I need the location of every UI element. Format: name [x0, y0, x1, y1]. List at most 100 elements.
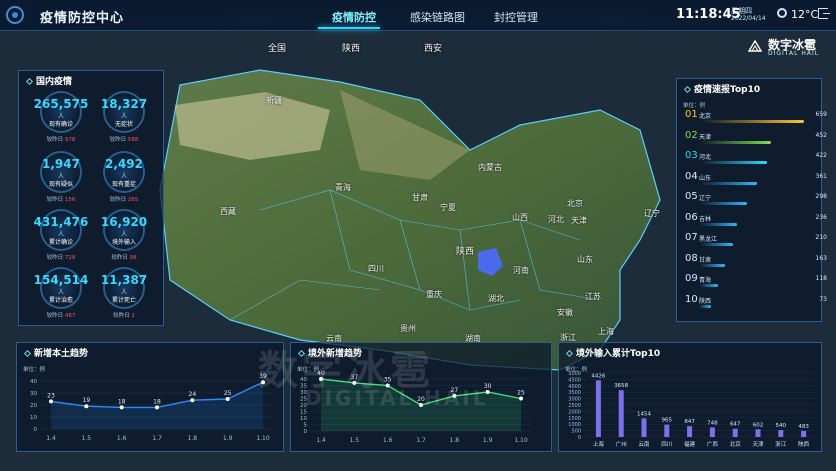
- rank-row[interactable]: 10 陕西 73: [685, 294, 835, 314]
- stat-card[interactable]: 18,327 人无症状 较昨日 588: [94, 91, 154, 149]
- bar: [732, 428, 738, 437]
- map-label-chongqing[interactable]: 重庆: [426, 289, 442, 300]
- rank-row[interactable]: 04 山东 361: [685, 171, 835, 191]
- rank-bar: [699, 161, 767, 164]
- x-tick-label: 1.9: [223, 435, 233, 442]
- stat-card[interactable]: 431,476 人累计确诊 较昨日 728: [31, 209, 91, 267]
- local-trend-chart[interactable]: 0102030402319 18 1824 25391.4 1.5 1.6 1.7 1.8 1.…: [17, 371, 285, 451]
- panel-title-imported-top10: 境外输入累计Top10: [567, 346, 660, 359]
- map-label-shandong[interactable]: 山东: [577, 254, 593, 265]
- imported-top10-chart[interactable]: 0500100015002000250030003500400045005000…: [559, 363, 823, 451]
- bar-value-label: 483: [798, 424, 809, 430]
- map-label-sichuan[interactable]: 四川: [368, 263, 384, 274]
- rank-row[interactable]: 03 河北 422: [685, 150, 835, 170]
- bar: [618, 390, 624, 437]
- map-label-hubei[interactable]: 湖北: [488, 293, 504, 304]
- map-label-guizhou[interactable]: 贵州: [400, 323, 416, 334]
- rank-value: 163: [815, 254, 827, 262]
- breadcrumb-shaanxi[interactable]: 陕西: [342, 41, 360, 54]
- map-label-shanxi[interactable]: 山西: [512, 212, 528, 223]
- rank-row[interactable]: 02 天津 452: [685, 130, 835, 150]
- data-label: 18: [153, 398, 161, 405]
- compare-prefix: 较昨日: [46, 137, 64, 143]
- x-tick-label: 1.6: [383, 437, 393, 444]
- map-label-tianjin[interactable]: 天津: [571, 215, 587, 226]
- bar-value-label: 748: [707, 420, 718, 426]
- map-label-jiangsu[interactable]: 江苏: [585, 291, 601, 302]
- rank-row[interactable]: 01 北京 659: [685, 109, 835, 129]
- map-label-shanghai[interactable]: 上海: [598, 326, 614, 337]
- compare-prefix: 较昨日: [109, 137, 127, 143]
- rank-province: 辽宁: [699, 195, 712, 202]
- x-tick-label: 天津: [752, 441, 764, 448]
- rank-row[interactable]: 06 吉林 236: [685, 212, 835, 232]
- stat-card[interactable]: 1,947 人现有疑似 较昨日 156: [31, 151, 91, 209]
- x-tick-label: 1.4: [46, 435, 56, 442]
- x-tick-label: 1.5: [350, 437, 360, 444]
- x-tick-label: 1.10: [256, 435, 270, 442]
- stat-card[interactable]: 154,514 人累计治愈 较昨日 487: [31, 267, 91, 325]
- map-label-anhui[interactable]: 安徽: [557, 307, 573, 318]
- x-tick-label: 1.10: [514, 437, 528, 444]
- y-tick-label: 3500: [568, 390, 581, 396]
- stat-card[interactable]: 16,920 人境外输入 较昨日 98: [94, 209, 154, 267]
- map-label-hebei[interactable]: 河北: [548, 214, 564, 225]
- stat-compare: 较昨日 487: [31, 311, 91, 319]
- rank-row[interactable]: 05 辽宁 298: [685, 191, 835, 211]
- y-tick-label: 500: [571, 429, 581, 435]
- data-label: 25: [517, 390, 525, 397]
- map-label-shaanxi[interactable]: 陕西: [456, 244, 474, 257]
- y-tick-label: 15: [300, 410, 307, 416]
- stat-card[interactable]: 265,575 人现有确诊 较昨日 978: [31, 91, 91, 149]
- rank-row[interactable]: 07 黑龙江 210: [685, 232, 835, 252]
- data-point: [155, 405, 159, 410]
- tab-epidemic-control[interactable]: 疫情防控: [332, 9, 376, 25]
- data-point: [49, 399, 53, 404]
- data-label: 24: [189, 391, 197, 398]
- map-label-neimenggu[interactable]: 内蒙古: [478, 162, 502, 173]
- exit-icon[interactable]: [818, 8, 830, 19]
- compare-delta: 728: [64, 255, 76, 261]
- rank-bar: [699, 304, 711, 308]
- bar: [595, 380, 601, 437]
- y-tick-label: 10: [30, 415, 37, 421]
- compare-prefix: 较昨日: [46, 313, 64, 319]
- rank-province: 北京: [699, 113, 712, 120]
- stat-value: 154,514: [33, 273, 89, 287]
- map-label-xizang[interactable]: 西藏: [220, 206, 236, 217]
- tab-infection-chain[interactable]: 感染链路图: [410, 9, 465, 25]
- map-label-xinjiang[interactable]: 新疆: [266, 95, 282, 106]
- map-label-liaoning[interactable]: 辽宁: [644, 208, 660, 219]
- bar: [801, 430, 807, 437]
- bar: [687, 426, 693, 437]
- bar: [641, 418, 647, 437]
- y-tick-label: 20: [30, 403, 37, 409]
- compare-delta: 978: [64, 137, 76, 143]
- stat-card[interactable]: 2,492 人现有重症 较昨日 265: [94, 151, 154, 209]
- map-label-ningxia[interactable]: 宁夏: [440, 202, 456, 213]
- rank-row[interactable]: 08 甘肃 163: [685, 253, 835, 273]
- breadcrumb-national[interactable]: 全国: [268, 41, 286, 54]
- rank-row[interactable]: 09 青海 118: [685, 273, 835, 293]
- map-label-henan[interactable]: 河南: [513, 265, 529, 276]
- rank-bar: [699, 120, 805, 123]
- compare-prefix: 较昨日: [109, 197, 127, 203]
- stat-compare: 较昨日 156: [31, 195, 91, 203]
- data-point: [190, 398, 195, 403]
- map-label-qinghai[interactable]: 青海: [335, 182, 351, 193]
- x-tick-label: 北京: [730, 440, 742, 448]
- rank-number: 09: [685, 273, 698, 284]
- bar: [709, 427, 715, 437]
- stat-card[interactable]: 11,387 人累计死亡 较昨日 2: [94, 267, 154, 325]
- breadcrumb-xian[interactable]: 西安: [424, 41, 442, 54]
- rank-value: 118: [815, 275, 827, 282]
- compare-delta: 98: [129, 255, 137, 261]
- date: 2022/04/14: [731, 15, 766, 22]
- rank-province: 青海: [699, 277, 712, 284]
- map-label-gansu[interactable]: 甘肃: [412, 192, 428, 203]
- app-title: 疫情防控中心: [40, 11, 125, 26]
- y-tick-label: 10: [300, 416, 307, 422]
- bar-value-label: 965: [662, 418, 673, 424]
- tab-lockdown-management[interactable]: 封控管理: [494, 9, 538, 25]
- map-label-beijing[interactable]: 北京: [567, 198, 583, 209]
